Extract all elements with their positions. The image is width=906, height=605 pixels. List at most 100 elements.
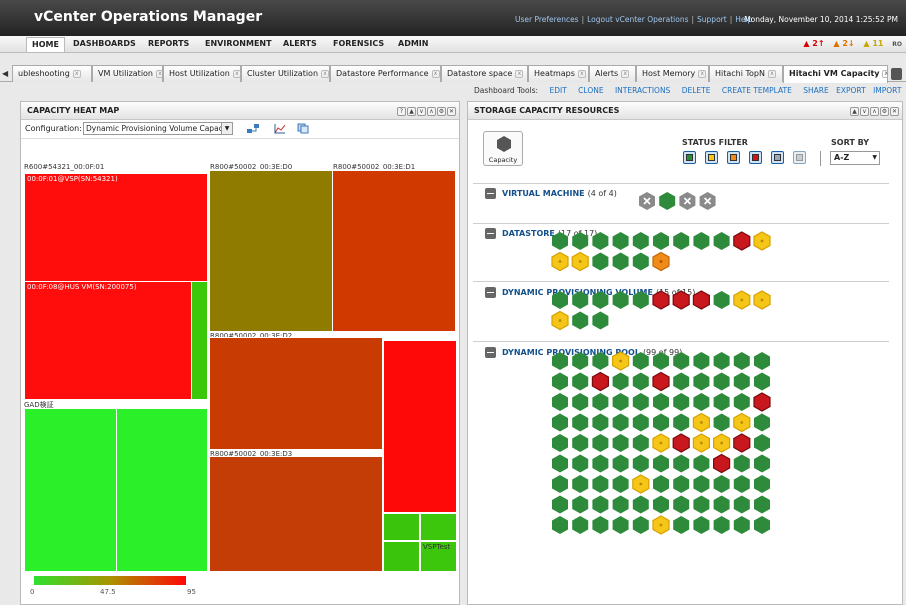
export-link[interactable]: EXPORT	[836, 86, 866, 95]
tab-hitachi-topn[interactable]: Hitachi TopN x	[709, 65, 783, 82]
tabs-scroll-left-icon[interactable]: ◀	[2, 69, 8, 78]
collapse-icon[interactable]: ▲	[850, 107, 859, 116]
nav-admin[interactable]: ADMIN	[398, 39, 428, 48]
close-icon[interactable]: x	[156, 69, 162, 78]
tab-alerts[interactable]: Alerts x	[589, 65, 636, 82]
heatmap-cell[interactable]	[209, 456, 383, 572]
maximize-icon[interactable]: ∧	[427, 107, 436, 116]
import-link[interactable]: IMPORT	[873, 86, 901, 95]
collapse-toggle-icon[interactable]	[485, 188, 496, 199]
hierarchy-icon[interactable]	[247, 123, 259, 134]
close-icon[interactable]: x	[431, 69, 440, 78]
nav-home[interactable]: HOME	[26, 37, 65, 52]
nav-reports[interactable]: REPORTS	[148, 39, 189, 48]
close-icon[interactable]: ✕	[890, 107, 899, 116]
heatmap-cell[interactable]: 00:0F:08@HUS VM(SN:200075)	[24, 281, 192, 400]
share-link[interactable]: SHARE	[803, 86, 828, 95]
collapse-toggle-icon[interactable]	[485, 228, 496, 239]
tab-host-memory[interactable]: Host Memory x	[636, 65, 709, 82]
settings-icon[interactable]: ⚙	[437, 107, 446, 116]
tab-troubleshooting[interactable]: ubleshooting x	[12, 65, 92, 82]
close-icon[interactable]: x	[515, 69, 524, 78]
resource-hexagon[interactable]	[733, 231, 751, 251]
clone-link[interactable]: CLONE	[578, 86, 603, 95]
immediate-alert-count[interactable]: ▲ 2↓	[833, 39, 854, 48]
logout-link[interactable]: Logout vCenter Operations	[587, 15, 688, 24]
help-icon[interactable]: ?	[397, 107, 406, 116]
settings-icon[interactable]: ⚙	[880, 107, 889, 116]
resource-hexagon[interactable]	[652, 371, 670, 392]
user-preferences-link[interactable]: User Preferences	[515, 15, 579, 24]
tab-datastore-performance[interactable]: Datastore Performance x	[330, 65, 441, 82]
expand-icon[interactable]: ∨	[860, 107, 869, 116]
resource-hexagon[interactable]	[733, 412, 751, 433]
resource-hexagon[interactable]	[652, 251, 670, 272]
resource-hexagon[interactable]	[652, 290, 670, 310]
tab-hitachi-vm-capacity[interactable]: Hitachi VM Capacityx	[783, 65, 888, 83]
nav-forensics[interactable]: FORENSICS	[333, 39, 384, 48]
heatmap-cell[interactable]	[209, 337, 383, 450]
config-select[interactable]: Dynamic Provisioning Volume Capaci ▼	[83, 122, 233, 135]
resource-hexagon[interactable]	[753, 290, 771, 310]
resource-hexagon[interactable]	[591, 371, 610, 392]
resource-hexagon[interactable]	[611, 351, 630, 371]
heatmap-cell[interactable]	[116, 408, 208, 572]
collapse-icon[interactable]: ▲	[407, 107, 416, 116]
critical-alert-count[interactable]: ▲ 2↑	[803, 39, 824, 48]
chart-icon[interactable]	[274, 123, 286, 134]
resource-hexagon[interactable]	[712, 433, 731, 453]
warning-alert-count[interactable]: ▲ 11	[863, 39, 883, 48]
resource-hexagon[interactable]	[753, 392, 771, 412]
edit-link[interactable]: EDIT	[549, 86, 566, 95]
capacity-button[interactable]: Capacity	[483, 131, 523, 166]
filter-unknown-button[interactable]	[771, 151, 784, 164]
close-icon[interactable]: x	[321, 69, 329, 78]
heatmap-cell[interactable]	[383, 513, 420, 541]
tab-vm-utilization[interactable]: VM Utilization x	[92, 65, 163, 82]
resource-hexagon[interactable]	[551, 251, 569, 272]
resource-hexagon[interactable]	[733, 433, 751, 453]
nav-dashboards[interactable]: DASHBOARDS	[73, 39, 136, 48]
collapse-toggle-icon[interactable]	[485, 287, 496, 298]
close-icon[interactable]: x	[882, 69, 887, 78]
close-icon[interactable]: x	[621, 69, 630, 78]
resource-hexagon[interactable]	[652, 433, 670, 453]
resource-hexagon[interactable]	[692, 433, 711, 453]
heatmap-cell[interactable]	[420, 513, 457, 541]
heatmap-cell[interactable]: VSPTest	[420, 541, 457, 572]
resource-hexagon[interactable]	[692, 290, 711, 310]
filter-green-button[interactable]	[683, 151, 696, 164]
tab-cluster-utilization[interactable]: Cluster Utilization x	[241, 65, 330, 82]
resource-hexagon[interactable]	[571, 251, 589, 272]
delete-link[interactable]: DELETE	[682, 86, 711, 95]
close-icon[interactable]: ✕	[447, 107, 456, 116]
close-icon[interactable]: x	[232, 69, 240, 78]
resource-hexagon[interactable]	[632, 474, 650, 494]
heatmap-cell[interactable]	[191, 281, 208, 400]
nav-environment[interactable]: ENVIRONMENT	[205, 39, 272, 48]
resource-hexagon[interactable]	[652, 515, 670, 535]
heatmap-cell[interactable]	[383, 541, 420, 572]
sort-select[interactable]: A-Z ▼	[830, 151, 880, 165]
filter-yellow-button[interactable]	[705, 151, 718, 164]
heatmap-cell[interactable]	[383, 340, 457, 513]
tab-datastore-space[interactable]: Datastore space x	[441, 65, 528, 82]
maximize-icon[interactable]: ∧	[870, 107, 879, 116]
resource-hexagon[interactable]	[551, 310, 569, 331]
tab-heatmaps[interactable]: Heatmaps x	[528, 65, 589, 82]
collapse-toggle-icon[interactable]	[485, 347, 496, 358]
resource-hexagon[interactable]	[712, 453, 731, 474]
expand-icon[interactable]: ∨	[417, 107, 426, 116]
filter-offline-button[interactable]	[793, 151, 806, 164]
create-template-link[interactable]: CREATE TEMPLATE	[722, 86, 792, 95]
heatmap-cell[interactable]	[209, 170, 333, 332]
heatmap-cell[interactable]	[332, 170, 456, 332]
close-icon[interactable]: x	[72, 69, 81, 78]
resource-hexagon[interactable]	[733, 290, 751, 310]
close-icon[interactable]: x	[577, 69, 586, 78]
resource-hexagon[interactable]	[672, 290, 690, 310]
heatmap-cell[interactable]	[24, 408, 117, 572]
copy-icon[interactable]	[297, 123, 309, 134]
support-link[interactable]: Support	[697, 15, 727, 24]
add-tab-icon[interactable]	[891, 68, 902, 80]
